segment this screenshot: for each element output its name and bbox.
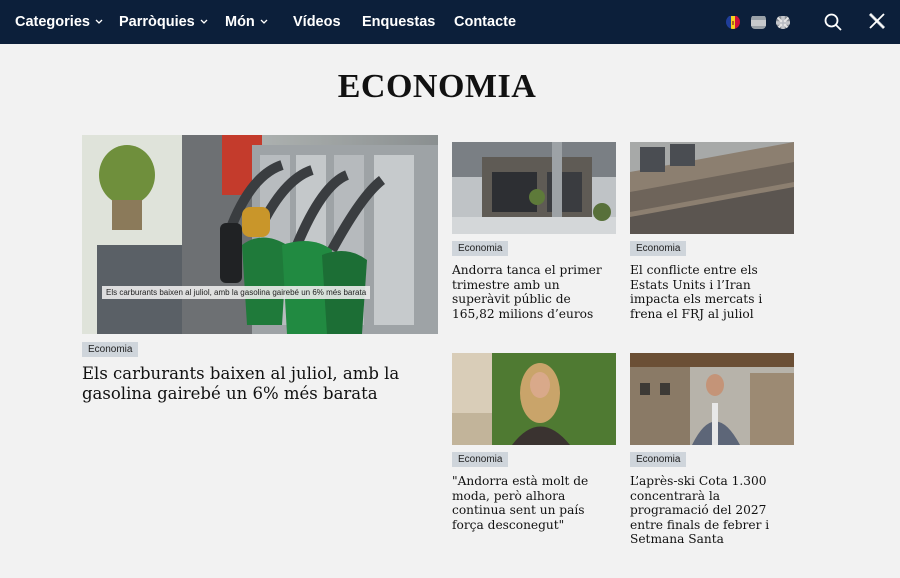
article-image[interactable] [452, 142, 616, 234]
chevron-down-icon [95, 19, 103, 24]
article-image[interactable] [452, 353, 616, 445]
category-tag[interactable]: Economia [630, 452, 687, 467]
article-headline[interactable]: L’après-ski Cota 1.300 concentrarà la pr… [630, 474, 790, 547]
search-icon[interactable] [823, 12, 843, 32]
article-image[interactable] [630, 353, 794, 445]
featured-article-image[interactable]: Els carburants baixen al juliol, amb la … [82, 135, 438, 334]
nav-item-videos[interactable]: Vídeos [293, 0, 341, 44]
top-navigation-bar: Categories Parròquies Món Vídeos Enquest… [0, 0, 900, 44]
page-title: ECONOMIA [337, 68, 537, 105]
nav-item-contacte[interactable]: Contacte [454, 0, 516, 44]
article-headline[interactable]: "Andorra està molt de moda, però alhora … [452, 474, 612, 532]
category-tag[interactable]: Economia [452, 452, 509, 467]
fuel-pump-photo [82, 135, 438, 334]
featured-article-headline[interactable]: Els carburants baixen al juliol, amb la … [82, 364, 422, 404]
village-portrait-photo [630, 353, 794, 445]
government-building-photo [452, 142, 616, 234]
nav-item-mon[interactable]: Món [225, 0, 268, 44]
nav-label: Vídeos [293, 14, 341, 30]
interviewee-portrait-photo [452, 353, 616, 445]
image-caption: Els carburants baixen al juliol, amb la … [102, 286, 371, 299]
nav-item-enquestas[interactable]: Enquestas [362, 0, 435, 44]
uk-flag-icon[interactable] [776, 15, 790, 29]
category-tag[interactable]: Economia [452, 241, 509, 256]
category-tag[interactable]: Economia [630, 241, 687, 256]
article-headline[interactable]: Andorra tanca el primer trimestre amb un… [452, 263, 612, 321]
chevron-down-icon [260, 19, 268, 24]
nav-label: Món [225, 14, 255, 30]
article-image[interactable] [630, 142, 794, 234]
nav-label: Contacte [454, 14, 517, 30]
spain-flag-icon[interactable] [751, 15, 766, 29]
social-security-building-photo [630, 142, 794, 234]
category-tag[interactable]: Economia [82, 342, 139, 357]
article-headline[interactable]: El conflicte entre els Estats Units i l’… [630, 263, 790, 321]
nav-label: Parròquies [119, 14, 195, 30]
nav-item-parroquies[interactable]: Parròquies [119, 0, 208, 44]
nav-label: Categories [15, 14, 90, 30]
chevron-down-icon [200, 19, 208, 24]
andorra-flag-icon[interactable] [726, 15, 740, 29]
nav-label: Enquestas [362, 14, 436, 30]
x-social-icon[interactable] [868, 12, 888, 32]
nav-item-categories[interactable]: Categories [15, 0, 103, 44]
